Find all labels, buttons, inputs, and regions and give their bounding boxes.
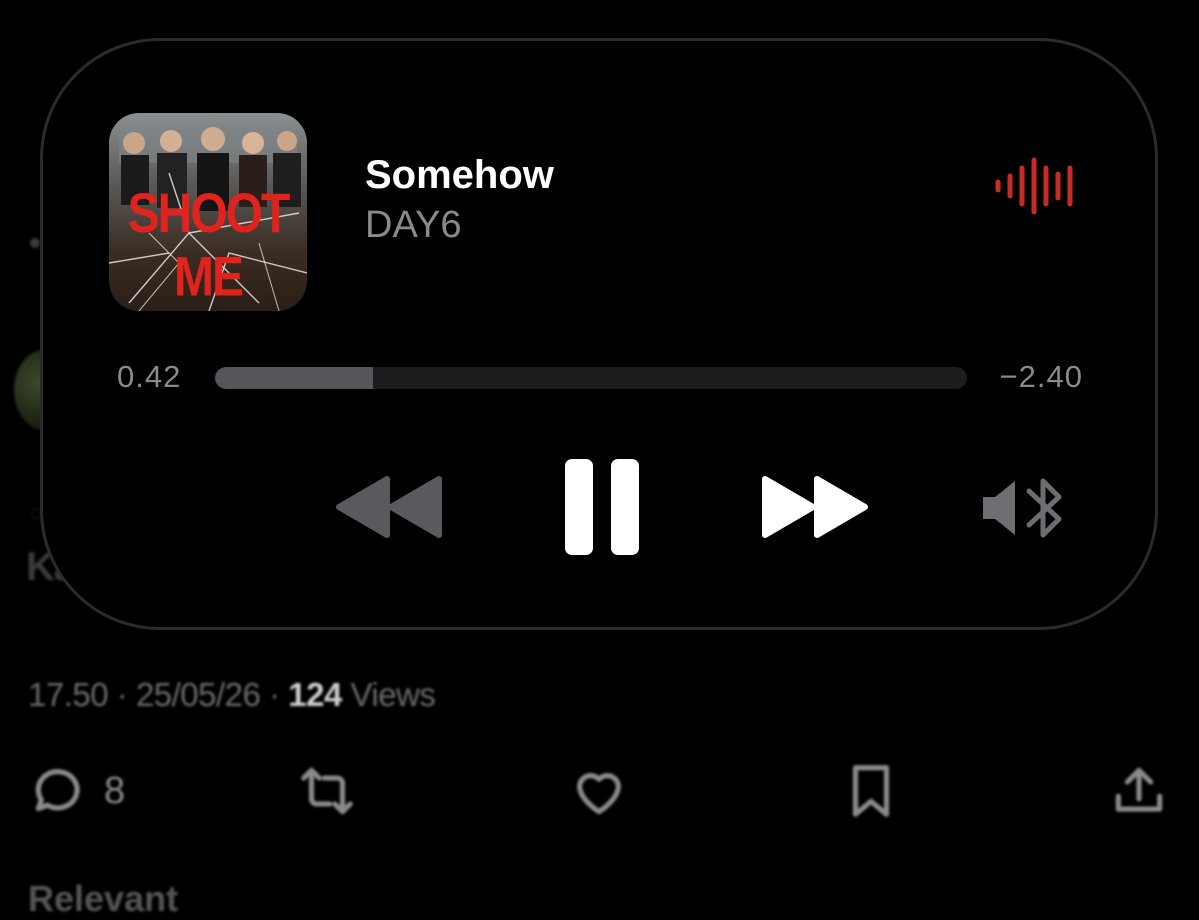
rewind-icon[interactable] — [335, 475, 443, 539]
share-icon — [1115, 767, 1163, 812]
waveform-icon — [995, 157, 1073, 215]
tweet-time: 17.50 — [28, 676, 109, 713]
album-art[interactable]: SHOOT ME — [109, 113, 307, 311]
fast-forward-icon[interactable] — [761, 475, 869, 539]
views-label[interactable]: Views — [350, 676, 435, 713]
now-playing-card[interactable]: SHOOT ME Somehow DAY6 0.42 −2.40 — [40, 38, 1158, 630]
retweet-icon — [301, 767, 353, 815]
retweet-button[interactable] — [296, 760, 358, 822]
like-button[interactable] — [568, 760, 630, 822]
song-title[interactable]: Somehow — [365, 153, 554, 198]
progress-bar[interactable] — [215, 367, 967, 389]
views-count: 124 — [288, 676, 342, 713]
share-button[interactable] — [1108, 760, 1170, 822]
bookmark-button[interactable] — [840, 760, 902, 822]
bookmark-icon — [852, 765, 890, 817]
album-art-title: SHOOT ME — [127, 183, 291, 309]
pause-icon[interactable] — [563, 457, 641, 557]
background-dot — [30, 238, 40, 248]
elapsed-time: 0.42 — [117, 359, 182, 394]
speaker-bluetooth-icon[interactable] — [981, 475, 1071, 541]
relevant-label[interactable]: Relevant — [28, 878, 178, 920]
progress-fill — [215, 367, 373, 389]
reply-icon — [35, 769, 80, 812]
reply-count: 8 — [104, 769, 126, 812]
tweet-actions: 8 — [0, 760, 1199, 830]
tweet-date: 25/05/26 — [135, 676, 261, 713]
remaining-time: −2.40 — [999, 359, 1083, 394]
heart-icon — [577, 773, 621, 815]
artist-name[interactable]: DAY6 — [365, 204, 461, 247]
tweet-meta: 17.50 · 25/05/26 · 124 Views — [28, 676, 436, 713]
reply-button[interactable]: 8 — [28, 760, 125, 822]
